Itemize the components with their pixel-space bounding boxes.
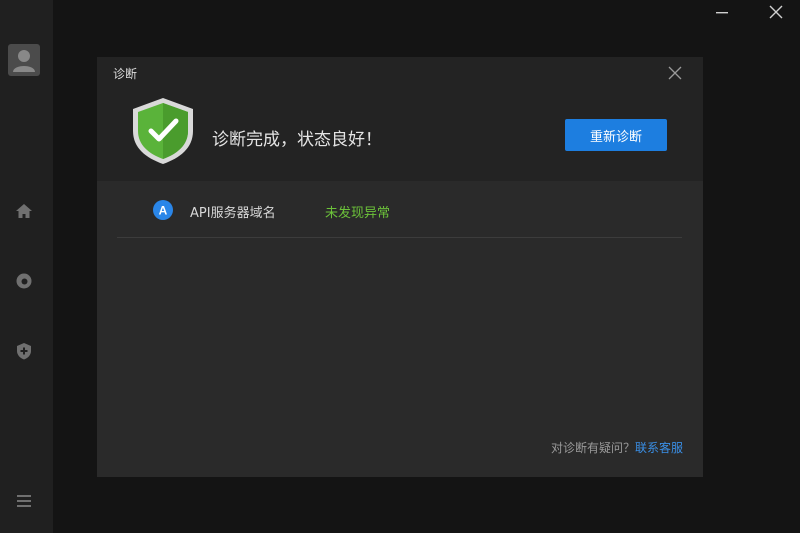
close-icon[interactable] [765, 2, 787, 22]
check-item-status: 未发现异常 [325, 206, 391, 221]
dialog-close-icon[interactable] [667, 65, 683, 81]
sidebar [0, 0, 53, 533]
check-row: A API服务器域名 未发现异常 [117, 191, 682, 238]
contact-support-link[interactable]: 联系客服 [635, 441, 683, 455]
api-icon-letter: A [159, 204, 168, 218]
diagnose-dialog: 诊断 诊断完成，状态良好！ 重新诊断 A API服务器域名 未发现异常 对诊断有… [97, 57, 703, 477]
shield-check-icon [133, 98, 193, 164]
shield-plus-icon[interactable] [14, 341, 34, 361]
dialog-footer: 对诊断有疑问？联系客服 [551, 439, 683, 456]
diagnose-status-text: 诊断完成，状态良好！ [212, 130, 382, 150]
dialog-header: 诊断 诊断完成，状态良好！ 重新诊断 [97, 57, 703, 181]
rediagnose-button[interactable]: 重新诊断 [565, 119, 667, 151]
home-icon[interactable] [14, 201, 34, 221]
speed-icon[interactable] [14, 271, 34, 291]
footer-question: 对诊断有疑问？ [550, 441, 635, 455]
dialog-title: 诊断 [113, 67, 138, 81]
avatar[interactable] [8, 44, 40, 76]
avatar-icon [13, 50, 35, 72]
menu-icon[interactable] [14, 491, 34, 511]
check-item-label: API服务器域名 [190, 206, 276, 221]
minimize-icon[interactable] [711, 2, 733, 22]
api-server-icon: A [153, 200, 173, 220]
